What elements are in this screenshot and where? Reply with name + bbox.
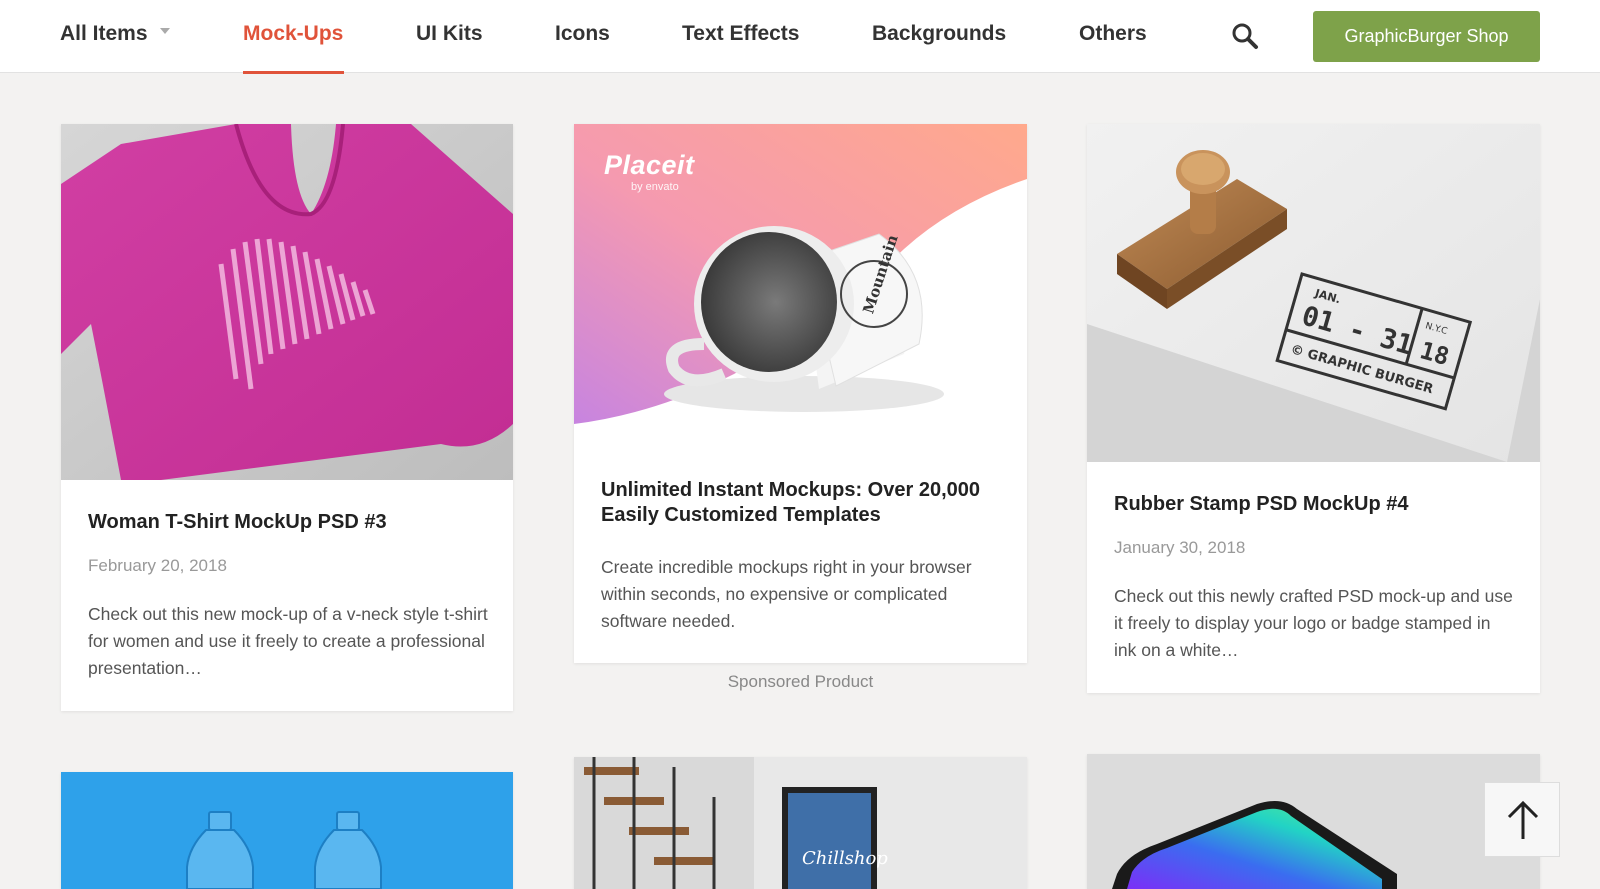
search-icon [1232,23,1258,49]
rubber-stamp-image[interactable]: JAN. 01 - 31 N.Y.C 18 © GRAPHIC BURGER [1087,124,1540,462]
card-poster-frame[interactable]: Chillshop [574,757,1027,889]
card-date: January 30, 2018 [1114,538,1246,557]
placeit-logo: Placeit [604,150,695,180]
card-water-bottles[interactable] [61,772,513,889]
active-tab-underline [243,71,344,74]
card-description: Create incredible mockups right in your … [601,557,972,631]
graphicburger-shop-button[interactable]: GraphicBurger Shop [1313,11,1540,62]
card-title[interactable]: Woman T-Shirt MockUp PSD #3 [88,510,486,535]
nav-icons[interactable]: Icons [555,22,610,46]
nav-mock-ups[interactable]: Mock-Ups [243,22,343,46]
card-rubber-stamp[interactable]: JAN. 01 - 31 N.Y.C 18 © GRAPHIC BURGER R… [1087,124,1540,693]
nav-all-items[interactable]: All Items [60,22,170,46]
svg-text:Chillshop: Chillshop [802,848,888,869]
search-button[interactable] [1230,21,1260,51]
sponsored-label: Sponsored Product [727,672,874,691]
water-bottles-image[interactable] [61,772,513,889]
card-description: Check out this newly crafted PSD mock-up… [1114,586,1513,660]
stamp-illustration: JAN. 01 - 31 N.Y.C 18 © GRAPHIC BURGER [1087,124,1540,462]
arrow-up-icon [1507,800,1539,839]
envato-logo: by envato [631,181,679,193]
card-title[interactable]: Rubber Stamp PSD MockUp #4 [1114,492,1513,517]
magenta-tshirt-image[interactable] [61,124,513,480]
nav-others[interactable]: Others [1079,22,1147,46]
top-navigation: All Items Mock-Ups UI Kits Icons Text Ef… [0,0,1600,74]
nav-all-items-label: All Items [60,22,148,45]
card-title[interactable]: Unlimited Instant Mockups: Over 20,000 E… [601,478,1000,528]
chevron-down-icon [159,28,170,35]
poster-frame-image[interactable]: Chillshop [574,757,1027,889]
nav-ui-kits[interactable]: UI Kits [416,22,483,46]
scroll-to-top-button[interactable] [1484,782,1560,857]
card-description: Check out this new mock-up of a v-neck s… [88,604,488,678]
card-sponsored-placeit[interactable]: Mountain Placeit by envato Unlimited Ins… [574,124,1027,663]
tshirt-illustration [61,124,513,480]
nav-backgrounds[interactable]: Backgrounds [872,22,1006,46]
card-phone[interactable] [1087,754,1540,889]
card-date: February 20, 2018 [88,556,227,575]
nav-text-effects[interactable]: Text Effects [682,22,799,46]
phone-image[interactable] [1087,754,1540,889]
card-woman-tshirt[interactable]: Woman T-Shirt MockUp PSD #3 February 20,… [61,124,513,711]
